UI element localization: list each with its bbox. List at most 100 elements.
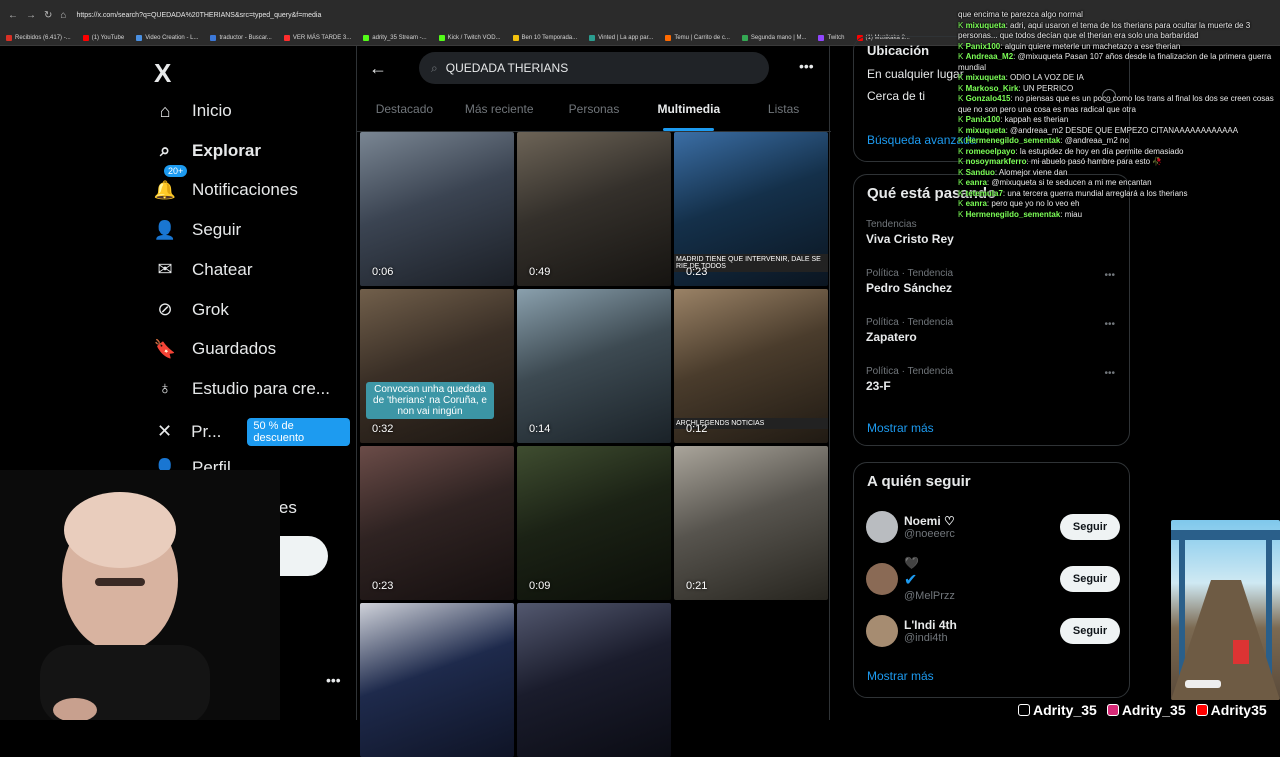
sidebar-item-home[interactable]: ⌂ Inicio: [154, 100, 232, 122]
bookmark-item[interactable]: Vinted | La app par...: [589, 34, 654, 41]
chat-text: kappah es therian: [1004, 115, 1069, 124]
bookmark-icon: 🔖: [153, 338, 177, 359]
trend-options-icon[interactable]: •••: [1104, 368, 1115, 379]
follow-button[interactable]: Seguir: [1060, 514, 1120, 540]
bookmark-item[interactable]: traductor - Buscar...: [210, 34, 272, 41]
back-icon[interactable]: ←: [8, 10, 18, 21]
follow-suggestion[interactable]: 🖤 ✔ @MelPrzz Seguir: [866, 556, 1120, 602]
home-icon[interactable]: ⌂: [60, 10, 66, 21]
trend-item[interactable]: Política · Tendencia Pedro Sánchez: [866, 268, 953, 295]
person-add-icon: 👤: [153, 219, 177, 240]
more-options-icon[interactable]: •••: [799, 58, 814, 74]
bookmark-item[interactable]: Video Creation - L...: [136, 34, 198, 41]
bookmark-item[interactable]: Ben 10 Temporada...: [512, 34, 577, 41]
bookmark-label: Vinted | La app par...: [598, 34, 654, 41]
search-input[interactable]: ⌕ QUEDADA THERIANS: [419, 52, 769, 84]
trend-item[interactable]: Política · Tendencia 23-F: [866, 366, 953, 393]
location-title: Ubicación: [867, 43, 930, 58]
sidebar-item-search[interactable]: ⌕ Explorar: [154, 140, 261, 162]
chat-badge-icon: K: [958, 199, 966, 208]
sidebar-item-mail[interactable]: ✉ Chatear: [154, 259, 252, 281]
trend-item[interactable]: Tendencias Viva Cristo Rey: [866, 219, 954, 246]
bookmark-item[interactable]: Twitch: [818, 34, 845, 41]
bookmark-favicon-icon: [363, 34, 370, 41]
avatar[interactable]: [866, 511, 898, 543]
chat-badge-icon: K: [958, 209, 966, 219]
avatar[interactable]: [866, 615, 898, 647]
social-handle: Adrity_35: [1018, 702, 1097, 718]
sidebar-item-x-logo[interactable]: ✕ Pr... 50 % de descuento: [154, 417, 350, 446]
tiktok-icon: [1018, 704, 1030, 716]
social-handle-text: Adrity_35: [1121, 702, 1186, 718]
sidebar-item-bell[interactable]: 🔔 20+ Notificaciones: [154, 165, 298, 201]
trend-item[interactable]: Política · Tendencia Zapatero: [866, 317, 953, 344]
bookmark-item[interactable]: adrity_35 Stream -...: [363, 34, 427, 41]
media-tile[interactable]: Convocan unha quedada de 'therians' na C…: [360, 289, 514, 443]
chat-username: eanra: [965, 199, 987, 208]
sidebar-item-grok[interactable]: ⊘ Grok: [154, 299, 228, 321]
trends-show-more[interactable]: Mostrar más: [867, 421, 934, 435]
trend-name: Pedro Sánchez: [866, 281, 953, 295]
bookmark-favicon-icon: [136, 34, 143, 41]
trend-options-icon[interactable]: •••: [1104, 270, 1115, 281]
account-menu-icon[interactable]: •••: [326, 672, 341, 688]
media-tile[interactable]: 0:14: [517, 289, 671, 443]
filter-option-anywhere[interactable]: En cualquier lugar: [867, 67, 964, 81]
sidebar-item-person-add[interactable]: 👤 Seguir: [154, 219, 241, 241]
sidebar-item-bookmark[interactable]: 🔖 Guardados: [154, 338, 276, 360]
bookmark-item[interactable]: (1) YouTube: [82, 34, 124, 41]
chat-message: K Gonzalo415: no piensas que es un poco …: [958, 94, 1280, 115]
bookmark-item[interactable]: Kick / Twitch VOD...: [438, 34, 501, 41]
trend-options-icon[interactable]: •••: [1104, 319, 1115, 330]
bookmark-item[interactable]: Recibidos (6.417) -...: [6, 34, 71, 41]
back-arrow-icon[interactable]: ←: [369, 58, 387, 79]
chat-username: mixuqueta: [965, 20, 1006, 30]
tab-más-reciente[interactable]: Más reciente: [452, 92, 547, 131]
bookmark-favicon-icon: [82, 34, 89, 41]
follow-show-more[interactable]: Mostrar más: [867, 669, 934, 683]
follow-handle: @indi4th: [904, 632, 948, 644]
media-tile[interactable]: [517, 603, 671, 757]
trend-category: Política · Tendencia: [866, 317, 954, 328]
x-logo-icon[interactable]: X: [154, 58, 171, 89]
bookmark-item[interactable]: Segunda mano | M...: [741, 34, 806, 41]
filter-option-near[interactable]: Cerca de ti: [867, 89, 925, 103]
avatar[interactable]: [866, 563, 898, 595]
media-tile[interactable]: 0:49: [517, 132, 671, 286]
follow-name: L'Indi 4th: [904, 618, 957, 632]
media-tile[interactable]: 0:23: [360, 446, 514, 600]
follow-button[interactable]: Seguir: [1060, 566, 1120, 592]
chat-username: Sanduo: [965, 167, 995, 177]
sidebar-item-studio[interactable]: ♁ Estudio para cre...: [154, 378, 330, 400]
tab-multimedia[interactable]: Multimedia: [641, 92, 736, 131]
chat-message: K Sanduo: Alomejor viene dan: [958, 168, 1280, 179]
tab-listas[interactable]: Listas: [736, 92, 831, 131]
chat-text: que encima te parezca algo normal: [958, 10, 1083, 19]
stream-chat-overlay: que encima te parezca algo normal K mixuq…: [958, 10, 1280, 220]
chat-message: K Hermenegildo_sementak: @andreaa_m2 no: [958, 136, 1280, 147]
chat-text: mi abuelo pasó hambre para esto 🥀: [1030, 157, 1163, 166]
media-tile[interactable]: 0:09: [517, 446, 671, 600]
chat-username: Andreaa_M2: [965, 52, 1014, 61]
media-tile[interactable]: MADRID TIENE QUE INTERVENIR, DALE SE RIE…: [674, 132, 828, 286]
tab-personas[interactable]: Personas: [547, 92, 642, 131]
media-tile[interactable]: 0:06: [360, 132, 514, 286]
media-tile[interactable]: ARCHLEGENDS NOTICIAS 0:12: [674, 289, 828, 443]
media-tile[interactable]: [360, 603, 514, 757]
chat-badge-icon: K: [958, 167, 966, 177]
gameplay-overlay: [1171, 520, 1280, 700]
forward-icon[interactable]: →: [26, 10, 36, 21]
follow-suggestion[interactable]: L'Indi 4th @indi4th Seguir: [866, 611, 1120, 651]
bookmark-item[interactable]: Temu | Carrito de c...: [665, 34, 730, 41]
media-tile[interactable]: 0:21: [674, 446, 828, 600]
tab-destacado[interactable]: Destacado: [357, 92, 452, 131]
follow-button[interactable]: Seguir: [1060, 618, 1120, 644]
follow-suggestion[interactable]: Noemi ♡ @noeeerc Seguir: [866, 507, 1120, 547]
bookmark-item[interactable]: VER MÁS TARDE 3...: [283, 34, 351, 41]
address-bar[interactable]: https://x.com/search?q=QUEDADA%20THERIAN…: [76, 12, 321, 19]
chat-username: eanra: [965, 178, 987, 187]
chat-username: mixuqueta: [965, 73, 1006, 82]
sidebar-item-label: Guardados: [192, 339, 277, 359]
chat-message: K romeoelpayo: la estupidez de hoy en dí…: [958, 147, 1280, 158]
reload-icon[interactable]: ↻: [44, 10, 52, 21]
